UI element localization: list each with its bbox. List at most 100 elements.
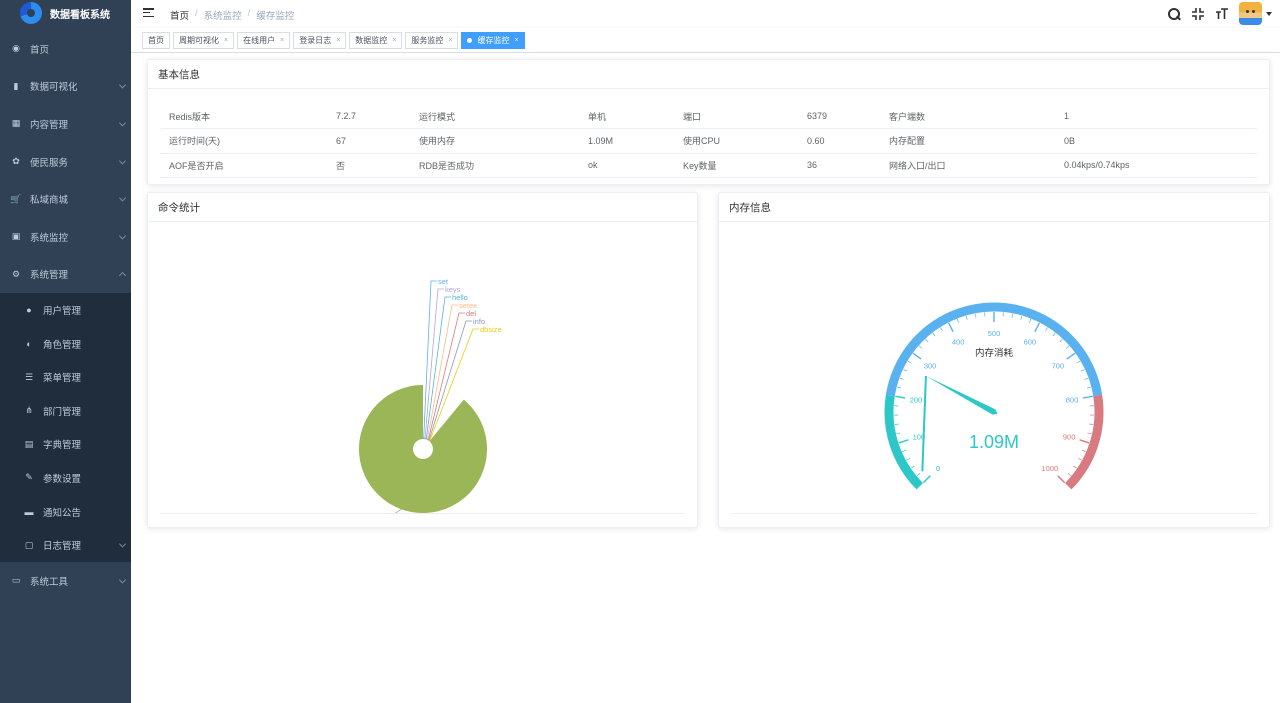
fullscreen-exit-icon[interactable] <box>1191 7 1205 21</box>
gauge-tick <box>894 423 899 425</box>
tag-item[interactable]: 首页 <box>142 31 170 49</box>
gauge-tick-label: 0 <box>936 464 940 473</box>
tag-item[interactable]: 服务监控 × <box>405 31 459 49</box>
table-row: Redis版本 7.2.7 运行模式 单机 端口 6379 客户端数 1 <box>161 104 1257 129</box>
sidebar-item[interactable]: ✎ 参数设置 <box>0 461 131 495</box>
app-title: 数据看板系统 <box>50 9 110 21</box>
gauge-tick <box>1065 345 1070 349</box>
sidebar-item-label: 数据可视化 <box>30 82 78 94</box>
gauge-tick <box>965 315 968 320</box>
user-icon: ● <box>26 304 32 315</box>
divider <box>731 513 1257 514</box>
tag-item[interactable]: 在线用户 × <box>237 31 291 49</box>
info-label: 使用CPU <box>675 128 799 154</box>
gauge-tick <box>925 338 929 343</box>
chevron-down-icon <box>118 540 127 548</box>
gauge-tick <box>1020 315 1023 320</box>
info-value: 0B <box>1056 128 1257 154</box>
search-icon[interactable] <box>1167 7 1181 21</box>
info-value: 否 <box>328 153 411 178</box>
message-icon: ▬ <box>24 506 34 517</box>
gauge-tick <box>1011 313 1014 318</box>
info-value: 0.04kps/0.74kps <box>1056 153 1257 178</box>
pie-label-line <box>423 280 437 438</box>
close-icon[interactable]: × <box>224 37 228 44</box>
sidebar-item[interactable]: ▣ 系统监控 <box>0 218 131 256</box>
sidebar-item-label: 字典管理 <box>43 440 82 452</box>
sidebar-item-label: 角色管理 <box>43 339 82 351</box>
main-content: 基本信息 Redis版本 7.2.7 运行模式 单机 端口 6379 客户端数 1 运行时间(天… <box>131 53 1280 703</box>
gauge-tick-label: 200 <box>910 396 923 405</box>
sidebar-item[interactable]: ⚙ 系统管理 <box>0 256 131 294</box>
gauge-tick <box>902 449 907 453</box>
gauge-tick <box>1045 327 1048 332</box>
sidebar-item[interactable]: ▢ 日志管理 <box>0 528 131 562</box>
table-row: 运行时间(天) 67 使用内存 1.09M 使用CPU 0.60 内存配置 0B <box>161 128 1257 154</box>
divider <box>160 513 685 514</box>
chevron-down-icon <box>118 157 127 165</box>
sidebar-item[interactable]: ☰ 菜单管理 <box>0 360 131 394</box>
sidebar-menu: ◉ 首页 ▮ 数据可视化 ▦ 内容管理 ✿ 便民服务 🛒 私域商城 ▣ 系统监控 ⚙ 系统管理 ● 用户管理 ◐… <box>0 30 131 600</box>
gauge-tick <box>906 457 911 461</box>
font-size-icon[interactable] <box>1215 7 1229 21</box>
sidebar-item-label: 参数设置 <box>43 473 82 485</box>
sidebar-item[interactable]: ▦ 内容管理 <box>0 105 131 143</box>
gauge-tick <box>898 439 909 444</box>
breadcrumb-separator: / <box>195 8 198 19</box>
gauge-tick-label: 900 <box>1063 432 1076 441</box>
close-icon[interactable]: × <box>392 37 396 44</box>
gauge-tick <box>907 360 912 364</box>
sidebar-item[interactable]: ✿ 便民服务 <box>0 143 131 181</box>
logo-icon <box>20 2 42 24</box>
tag-label: 缓存监控 <box>477 35 510 45</box>
sidebar-item[interactable]: ▭ 系统工具 <box>0 562 131 600</box>
gauge-tick-label: 700 <box>1052 362 1065 371</box>
sidebar-item[interactable]: 🛒 私域商城 <box>0 180 131 218</box>
sidebar-item[interactable]: ● 用户管理 <box>0 293 131 327</box>
tag-item[interactable]: 缓存监控 × <box>461 31 525 49</box>
basic-info-card: 基本信息 Redis版本 7.2.7 运行模式 单机 端口 6379 客户端数 1 运行时间(天… <box>147 59 1270 185</box>
sidebar-item[interactable]: ◉ 首页 <box>0 30 131 68</box>
gauge-tick <box>899 377 904 380</box>
tag-item[interactable]: 周期可视化 × <box>173 31 235 49</box>
sidebar-item[interactable]: ⋔ 部门管理 <box>0 394 131 428</box>
avatar[interactable] <box>1239 2 1262 25</box>
gauge-tick <box>922 475 931 484</box>
gauge-title: 内存消耗 <box>975 347 1014 359</box>
close-icon[interactable]: × <box>336 37 340 44</box>
tags-view: 首页 周期可视化 × 在线用户 × 登录日志 × 数据监控 × 服务监控 × 缓存监控 × <box>131 28 1280 53</box>
gauge-tick <box>1077 457 1082 461</box>
sidebar: 数据看板系统 ◉ 首页 ▮ 数据可视化 ▦ 内容管理 ✿ 便民服务 🛒 私域商城 ▣ 系统监控 ⚙ 系统管… <box>0 0 131 703</box>
gauge-tick <box>1076 360 1081 364</box>
logo[interactable]: 数据看板系统 <box>0 0 131 26</box>
close-icon[interactable]: × <box>514 37 518 44</box>
breadcrumb-home[interactable]: 首页 <box>170 8 189 22</box>
pie-slice-set[interactable] <box>423 437 425 440</box>
caret-down-icon[interactable] <box>1266 11 1272 16</box>
tag-item[interactable]: 数据监控 × <box>349 31 403 49</box>
card-title: 基本信息 <box>148 60 1269 89</box>
edit-icon: ✎ <box>25 472 33 483</box>
gauge-tick <box>1057 475 1066 484</box>
hamburger-icon[interactable] <box>143 8 154 18</box>
card-title: 命令统计 <box>148 193 697 222</box>
navbar: 首页 / 系统监控 / 缓存监控 <box>131 0 1280 28</box>
info-label: Key数量 <box>675 153 799 178</box>
sidebar-item[interactable]: ▬ 通知公告 <box>0 495 131 529</box>
sidebar-item[interactable]: ◐ 角色管理 <box>0 327 131 361</box>
pie-label-dbsize: dbsize <box>480 325 502 334</box>
close-icon[interactable]: × <box>448 37 452 44</box>
close-icon[interactable]: × <box>280 37 284 44</box>
tag-item[interactable]: 登录日志 × <box>293 31 347 49</box>
chevron-down-icon <box>118 81 127 89</box>
gauge-tick-label: 1000 <box>1042 464 1059 473</box>
gauge-tick <box>1034 322 1041 333</box>
table-row: AOF是否开启否 RDB是否成功 ok Key数量 36 网络入口/出口 0.04kps/0… <box>161 153 1257 178</box>
sidebar-item[interactable]: ▮ 数据可视化 <box>0 68 131 106</box>
pie-slice-get[interactable] <box>359 385 488 513</box>
sidebar-item[interactable]: ▤ 字典管理 <box>0 428 131 462</box>
breadcrumb-level2: 缓存监控 <box>256 11 295 22</box>
gauge-tick <box>1079 439 1090 444</box>
gauge-tick <box>903 369 908 372</box>
gauge-tick <box>1087 432 1092 435</box>
